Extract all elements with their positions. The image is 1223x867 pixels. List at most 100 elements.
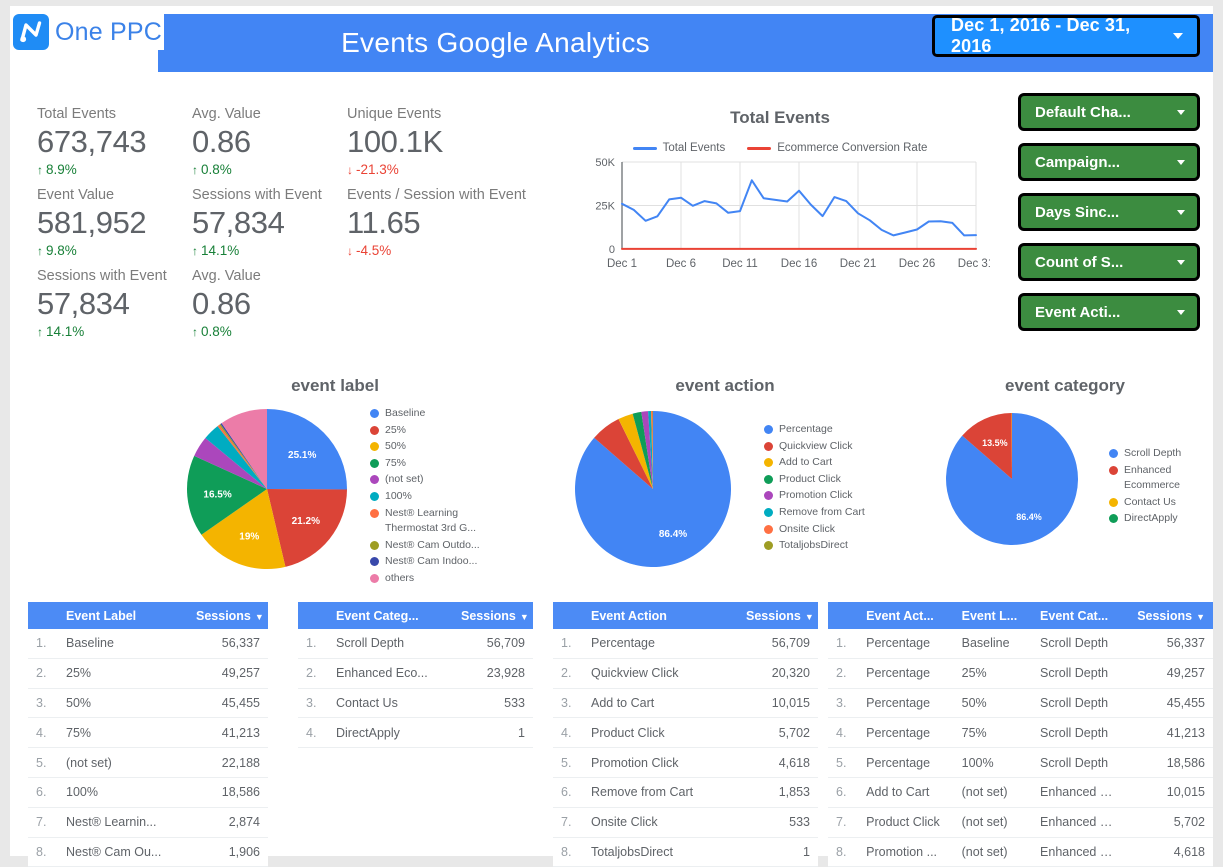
scorecard-delta: ↓ -4.5% — [347, 243, 522, 258]
scorecard-value: 581,952 — [37, 205, 147, 240]
sessions-value: 41,213 — [188, 717, 268, 749]
table-row[interactable]: 4. 75% 41,213 — [28, 717, 268, 749]
row-index: 6. — [28, 777, 58, 808]
row-index: 8. — [828, 837, 859, 867]
scorecard-delta: ↑ 9.8% — [37, 243, 192, 258]
sessions-value: 56,337 — [188, 629, 268, 659]
table-row[interactable]: 3. Percentage 50% Scroll Depth 45,455 — [828, 688, 1213, 719]
dimension-value: 100% — [58, 777, 188, 808]
legend-label: 100% — [385, 489, 412, 502]
table-header-cell[interactable]: Event Act... — [858, 602, 954, 629]
dimension-value: Scroll Depth — [1032, 658, 1125, 689]
svg-text:Dec 6: Dec 6 — [666, 258, 696, 270]
table-header-index — [28, 602, 58, 629]
table-row[interactable]: 4. Percentage 75% Scroll Depth 41,213 — [828, 717, 1213, 749]
table-header-cell[interactable]: Event Cat... — [1032, 602, 1125, 629]
table-row[interactable]: 7. Product Click (not set) Enhanced E... 5,7… — [828, 807, 1213, 838]
one-ppc-logo-icon — [13, 14, 49, 50]
svg-text:86.4%: 86.4% — [659, 529, 687, 540]
legend-label: Ecommerce Conversion Rate — [777, 142, 928, 154]
sort-descending-icon[interactable]: ▼ — [520, 612, 529, 622]
filter-button-1[interactable]: Default Cha... — [1018, 93, 1200, 131]
table-header-cell[interactable]: Event Label — [58, 602, 188, 629]
chevron-down-icon — [1177, 259, 1185, 265]
legend-item: Remove from Cart — [764, 505, 865, 521]
legend-item: Product Click — [764, 472, 865, 488]
table-header-cell[interactable]: Event L... — [953, 602, 1033, 629]
sessions-value: 45,455 — [188, 688, 268, 719]
filter-button-5[interactable]: Event Acti... — [1018, 293, 1200, 331]
table-header-cell[interactable]: Sessions ▼ — [1124, 602, 1213, 629]
table-header-cell[interactable]: Sessions ▼ — [453, 602, 533, 629]
legend-swatch — [764, 474, 773, 484]
sessions-value: 23,928 — [453, 658, 533, 689]
event-category-table[interactable]: Event Categ... Sessions ▼ 1. Scroll Depth 56,… — [298, 602, 533, 749]
table-row[interactable]: 3. Add to Cart 10,015 — [553, 688, 818, 719]
legend-swatch — [764, 425, 773, 434]
table-row[interactable]: 4. Product Click 5,702 — [553, 717, 818, 749]
table-header-cell[interactable]: Sessions ▼ — [188, 602, 268, 629]
table-row[interactable]: 2. Percentage 25% Scroll Depth 49,257 — [828, 658, 1213, 689]
table-row[interactable]: 5. (not set) 22,188 — [28, 747, 268, 778]
table-header-cell[interactable]: Event Categ... — [328, 602, 453, 629]
table-row[interactable]: 2. Enhanced Eco... 23,928 — [298, 658, 533, 689]
legend-swatch — [370, 540, 379, 550]
trend-up-icon: ↑ — [37, 162, 43, 177]
legend-label: Nest® Cam Indoo... — [385, 555, 478, 568]
table-row[interactable]: 1. Baseline 56,337 — [28, 629, 268, 659]
row-index: 1. — [28, 629, 58, 659]
table-header-index — [828, 602, 859, 629]
legend-label: 25% — [385, 423, 407, 436]
table-row[interactable]: 6. 100% 18,586 — [28, 777, 268, 808]
dimension-value: 100% — [953, 747, 1033, 778]
filter-button-4[interactable]: Count of S... — [1018, 243, 1200, 281]
legend-item: DirectApply — [1109, 511, 1181, 527]
legend-swatch — [764, 541, 773, 551]
filter-button-2[interactable]: Campaign... — [1018, 143, 1200, 181]
sort-descending-icon[interactable]: ▼ — [1196, 612, 1205, 622]
row-index: 7. — [828, 807, 859, 838]
dimension-value: 25% — [953, 658, 1033, 689]
event-label-table[interactable]: Event Label Sessions ▼ 1. Baseline 56,337 2. 25… — [28, 602, 268, 867]
table-row[interactable]: 3. 50% 45,455 — [28, 688, 268, 719]
dimension-value: Promotion ... — [858, 837, 954, 867]
scorecard-value: 673,743 — [37, 124, 147, 159]
row-index: 4. — [298, 717, 328, 749]
trend-up-icon: ↑ — [192, 324, 198, 339]
table-row[interactable]: 8. Nest® Cam Ou... 1,906 — [28, 837, 268, 867]
dimension-value: 50% — [953, 688, 1033, 719]
table-row[interactable]: 5. Promotion Click 4,618 — [553, 747, 818, 778]
table-row[interactable]: 7. Onsite Click 533 — [553, 807, 818, 838]
table-row[interactable]: 1. Scroll Depth 56,709 — [298, 629, 533, 659]
chevron-down-icon — [1173, 33, 1183, 39]
table-row[interactable]: 8. TotaljobsDirect 1 — [553, 837, 818, 867]
table-row[interactable]: 1. Percentage Baseline Scroll Depth 56,337 — [828, 629, 1213, 659]
date-range-selector[interactable]: Dec 1, 2016 - Dec 31, 2016 — [932, 15, 1200, 57]
legend-swatch — [1109, 465, 1118, 475]
table-row[interactable]: 2. Quickview Click 20,320 — [553, 658, 818, 689]
sessions-value: 49,257 — [1124, 658, 1213, 689]
sort-descending-icon[interactable]: ▼ — [805, 612, 814, 622]
scorecard-value: 11.65 — [347, 205, 421, 240]
svg-text:Dec 1: Dec 1 — [607, 258, 637, 270]
table-row[interactable]: 5. Percentage 100% Scroll Depth 18,586 — [828, 747, 1213, 778]
table-row[interactable]: 6. Add to Cart (not set) Enhanced E... 10,01… — [828, 777, 1213, 808]
page-title: Events Google Analytics — [341, 27, 650, 58]
dimension-value: Quickview Click — [583, 658, 738, 689]
table-header-cell[interactable]: Sessions ▼ — [738, 602, 818, 629]
legend-label: TotaljobsDirect — [779, 539, 848, 552]
table-row[interactable]: 6. Remove from Cart 1,853 — [553, 777, 818, 808]
event-action-table[interactable]: Event Action Sessions ▼ 1. Percentage 56,709 2… — [553, 602, 818, 867]
event-combined-table[interactable]: Event Act... Event L... Event Cat... Sessio… — [828, 602, 1213, 867]
sort-descending-icon[interactable]: ▼ — [255, 612, 264, 622]
table-row[interactable]: 4. DirectApply 1 — [298, 717, 533, 749]
dimension-value: (not set) — [953, 777, 1033, 808]
table-row[interactable]: 8. Promotion ... (not set) Enhanced E... 4,6… — [828, 837, 1213, 867]
table-row[interactable]: 2. 25% 49,257 — [28, 658, 268, 689]
filter-button-3[interactable]: Days Sinc... — [1018, 193, 1200, 231]
table-row[interactable]: 7. Nest® Learnin... 2,874 — [28, 807, 268, 838]
table-row[interactable]: 1. Percentage 56,709 — [553, 629, 818, 659]
table-row[interactable]: 3. Contact Us 533 — [298, 688, 533, 719]
row-index: 3. — [298, 688, 328, 719]
table-header-cell[interactable]: Event Action — [583, 602, 738, 629]
